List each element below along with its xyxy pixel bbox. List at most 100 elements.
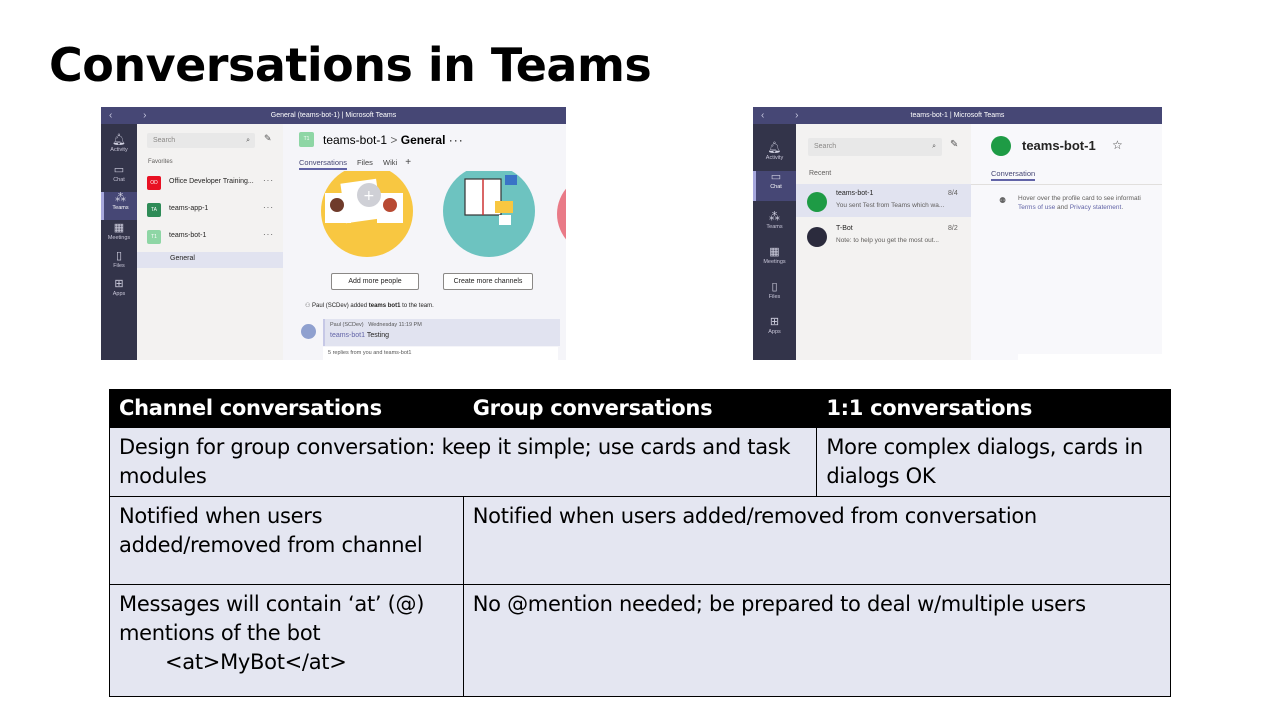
- app-rail: 🔔︎ Activity ▭ Chat ⁂ Teams ▦ Meetings ▯ Files…: [753, 124, 796, 360]
- message-meta: Paul (SCDev) Wednesday 11:19 PM: [330, 322, 422, 328]
- search-input[interactable]: Search ⌕: [147, 133, 255, 148]
- tab-wiki[interactable]: Wiki: [383, 158, 397, 167]
- more-options-icon[interactable]: ···: [263, 230, 274, 239]
- favorites-label: Favorites: [148, 159, 173, 165]
- table-row: Notified when users added/removed from c…: [109, 496, 1172, 585]
- channel-main: T1 teams-bot-1 > General ··· Conversatio…: [283, 124, 566, 360]
- replies-bar[interactable]: 5 replies from you and teams-bot1: [323, 347, 558, 360]
- rail-files[interactable]: ▯ Files: [101, 250, 137, 269]
- chat-list-pane: Search ⌕ ✎ Recent teams-bot-1 8/4 You se…: [796, 124, 972, 360]
- privacy-link[interactable]: Privacy statement: [1070, 204, 1122, 211]
- rail-chat[interactable]: ▭ Chat: [753, 171, 796, 201]
- add-tab-icon[interactable]: +: [405, 157, 411, 168]
- table-header-row: Channel conversations Group conversation…: [109, 389, 1171, 428]
- conversation-comparison-table: Channel conversations Group conversation…: [108, 389, 1172, 697]
- team-name: Office Developer Training...: [169, 178, 254, 185]
- bell-icon: 🔔︎: [112, 134, 126, 146]
- search-input[interactable]: Search ⌕: [808, 138, 942, 156]
- cell-design-one-on-one: More complex dialogs, cards in dialogs O…: [816, 427, 1171, 497]
- cell-notified-conversation: Notified when users added/removed from c…: [462, 496, 1172, 585]
- header-channel: Channel conversations: [109, 389, 464, 428]
- tab-files[interactable]: Files: [357, 158, 373, 167]
- window-title-bar: ‹ › General (teams-bot-1) | Microsoft Te…: [101, 107, 566, 124]
- svg-text:+: +: [363, 188, 375, 204]
- rail-teams[interactable]: ⁂ Teams: [101, 192, 137, 220]
- tab-conversation[interactable]: Conversation: [991, 169, 1036, 181]
- chat-header-name: teams-bot-1: [1022, 138, 1096, 153]
- calendar-icon: ▦: [769, 246, 780, 258]
- window-title-bar: ‹ › teams-bot-1 | Microsoft Teams: [753, 107, 1162, 124]
- user-avatar: [301, 324, 316, 339]
- compose-area[interactable]: [1018, 354, 1162, 360]
- teams-list-pane: Search ⌕ ✎ Favorites OD Office Developer…: [137, 124, 284, 360]
- apps-icon: ⊞: [769, 316, 780, 328]
- table-row: Design for group conversation: keep it s…: [108, 427, 1171, 497]
- rail-teams[interactable]: ⁂ Teams: [753, 211, 796, 230]
- info-icon: ⚉: [999, 196, 1007, 205]
- channel-item-general[interactable]: General: [137, 252, 283, 268]
- more-options-icon[interactable]: ···: [263, 176, 274, 185]
- compose-icon[interactable]: ✎: [264, 133, 272, 144]
- bot-header-avatar-icon: [991, 136, 1011, 156]
- file-icon: ▯: [115, 250, 123, 262]
- header-group: Group conversations: [462, 389, 818, 428]
- channel-header: teams-bot-1 > General ···: [323, 133, 464, 147]
- nav-arrows-icon[interactable]: ‹ ›: [109, 107, 160, 124]
- message-body: teams-bot1 Testing: [330, 332, 390, 339]
- chat-item-teams-bot-1[interactable]: teams-bot-1 8/4 You sent Test from Teams…: [796, 184, 971, 217]
- chat-icon: ▭: [770, 171, 782, 183]
- divider: [971, 184, 1162, 185]
- team-item-teams-bot-1[interactable]: T1 teams-bot-1 ···: [137, 225, 283, 249]
- table-row: Messages will contain ‘at’ (@) mentions …: [109, 584, 1172, 697]
- file-icon: ▯: [771, 281, 778, 293]
- cell-mentions: Messages will contain ‘at’ (@) mentions …: [109, 584, 464, 697]
- message-card[interactable]: Paul (SCDev) Wednesday 11:19 PM teams-bo…: [323, 319, 560, 346]
- add-more-people-button[interactable]: Add more people: [331, 273, 419, 290]
- cell-design-group: Design for group conversation: keep it s…: [108, 427, 818, 497]
- add-people-illustration: +: [321, 171, 413, 257]
- header-one-on-one: 1:1 conversations: [816, 389, 1171, 428]
- system-message: ⚇ Paul (SCDev) added teams bot1 to the t…: [305, 303, 434, 309]
- illustration-edge: [557, 188, 566, 240]
- recent-label: Recent: [809, 170, 832, 177]
- channel-tabs: Conversations Files Wiki +: [299, 157, 411, 170]
- team-item-teams-app-1[interactable]: TA teams-app-1 ···: [137, 198, 283, 222]
- hover-hint: Hover over the profile card to see infor…: [1018, 195, 1141, 202]
- rail-meetings[interactable]: ▦ Meetings: [753, 246, 796, 265]
- create-channels-illustration: [443, 171, 535, 257]
- team-name: teams-bot-1: [169, 232, 207, 239]
- more-options-icon[interactable]: ···: [449, 133, 464, 147]
- favorite-star-icon[interactable]: ☆: [1112, 138, 1123, 152]
- hover-links: Terms of use and Privacy statement.: [1018, 204, 1124, 211]
- team-name: teams-app-1: [169, 205, 209, 212]
- bell-icon: 🔔︎: [767, 142, 782, 154]
- chat-item-t-bot[interactable]: T-Bot 8/2 Note: to help you get the most…: [796, 219, 971, 252]
- bot-avatar-icon: [807, 192, 827, 212]
- rail-apps[interactable]: ⊞ Apps: [101, 278, 137, 297]
- search-icon: ⌕: [246, 137, 250, 144]
- teams-icon: ⁂: [115, 192, 126, 204]
- more-options-icon[interactable]: ···: [263, 203, 274, 212]
- team-avatar: T1: [147, 230, 161, 244]
- team-item-office-dev[interactable]: OD Office Developer Training... ···: [137, 171, 283, 195]
- window-title: teams-bot-1 | Microsoft Teams: [910, 112, 1005, 119]
- terms-link[interactable]: Terms of use: [1018, 204, 1055, 211]
- rail-activity[interactable]: 🔔︎ Activity: [101, 134, 137, 153]
- rail-apps[interactable]: ⊞ Apps: [753, 316, 796, 335]
- app-rail: 🔔︎ Activity ▭ Chat ⁂ Teams ▦ Meetings ▯ Files…: [101, 124, 137, 360]
- team-header-avatar: T1: [299, 132, 314, 147]
- chat-icon: ▭: [113, 164, 125, 176]
- nav-arrows-icon[interactable]: ‹ ›: [761, 107, 812, 124]
- mention-code: <at>MyBot</at>: [165, 650, 347, 674]
- rail-chat[interactable]: ▭ Chat: [101, 164, 137, 183]
- rail-activity[interactable]: 🔔︎ Activity: [753, 142, 796, 161]
- compose-icon[interactable]: ✎: [950, 139, 958, 150]
- people-icon: ⚇: [305, 303, 313, 309]
- bot-avatar-icon: [807, 227, 827, 247]
- rail-files[interactable]: ▯ Files: [753, 281, 796, 300]
- window-title: General (teams-bot-1) | Microsoft Teams: [270, 112, 397, 119]
- create-more-channels-button[interactable]: Create more channels: [443, 273, 533, 290]
- team-avatar: OD: [147, 176, 161, 190]
- rail-meetings[interactable]: ▦ Meetings: [101, 222, 137, 241]
- tab-conversations[interactable]: Conversations: [299, 158, 347, 170]
